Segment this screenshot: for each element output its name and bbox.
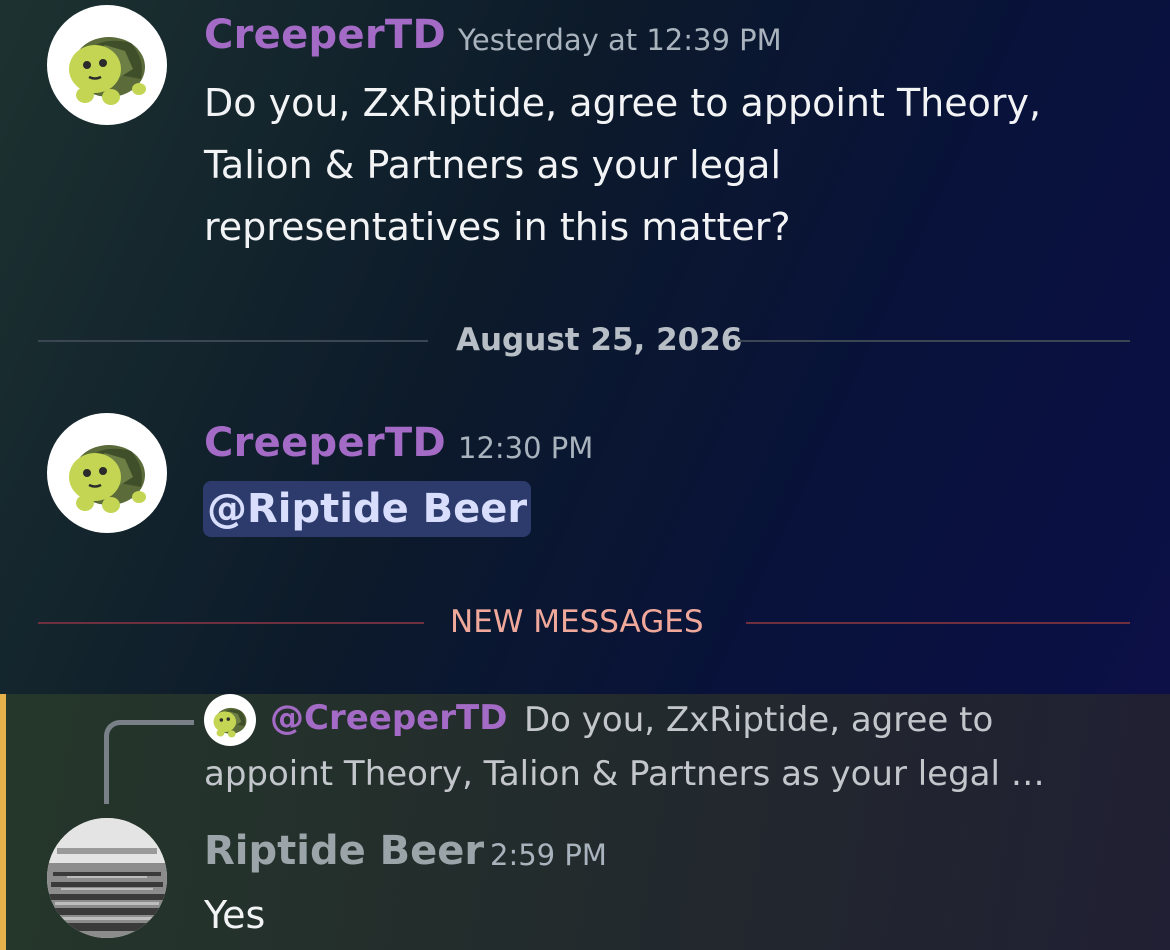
turtle-icon bbox=[69, 37, 146, 105]
message-text: Yes bbox=[204, 893, 266, 937]
message-1: CreeperTD Yesterday at 12:39 PM Do you, … bbox=[0, 0, 1170, 300]
reply-preview-line-1[interactable]: Do you, ZxRiptide, agree to bbox=[524, 700, 993, 740]
message-line-2: Talion & Partners as your legal bbox=[204, 143, 782, 187]
message-line-1: Do you, ZxRiptide, agree to appoint Theo… bbox=[204, 81, 1042, 125]
reply-avatar[interactable] bbox=[204, 694, 256, 746]
timestamp: 12:30 PM bbox=[458, 431, 594, 465]
author-name[interactable]: Riptide Beer bbox=[204, 828, 484, 874]
turtle-icon bbox=[213, 707, 247, 738]
mention-highlight-bar bbox=[0, 694, 6, 950]
message-line-3: representatives in this matter? bbox=[204, 205, 791, 249]
reply-preview-line-2[interactable]: appoint Theory, Talion & Partners as you… bbox=[204, 754, 1045, 794]
parade-photo-icon bbox=[47, 818, 167, 938]
user-mention[interactable]: @Riptide Beer bbox=[203, 481, 532, 537]
author-name[interactable]: CreeperTD bbox=[204, 420, 446, 466]
timestamp: 2:59 PM bbox=[490, 838, 607, 872]
avatar[interactable] bbox=[47, 5, 167, 125]
reply-connector bbox=[104, 720, 194, 804]
date-divider-label: August 25, 2026 bbox=[456, 322, 743, 358]
avatar[interactable] bbox=[47, 818, 167, 938]
reply-mention[interactable]: @CreeperTD bbox=[270, 698, 507, 738]
message-3-highlighted: @CreeperTD Do you, ZxRiptide, agree to a… bbox=[0, 694, 1170, 950]
new-messages-divider: NEW MESSAGES bbox=[38, 602, 1130, 642]
divider-line-left bbox=[38, 340, 428, 342]
message-2: CreeperTD 12:30 PM @Riptide Beer bbox=[0, 400, 1170, 560]
divider-line-right bbox=[738, 340, 1130, 342]
avatar[interactable] bbox=[47, 413, 167, 533]
date-divider: August 25, 2026 bbox=[38, 320, 1130, 360]
divider-line-left bbox=[38, 622, 424, 624]
turtle-icon bbox=[69, 445, 146, 513]
new-messages-label: NEW MESSAGES bbox=[450, 604, 704, 640]
author-name[interactable]: CreeperTD bbox=[204, 12, 446, 58]
divider-line-right bbox=[746, 622, 1130, 624]
timestamp: Yesterday at 12:39 PM bbox=[458, 23, 782, 57]
